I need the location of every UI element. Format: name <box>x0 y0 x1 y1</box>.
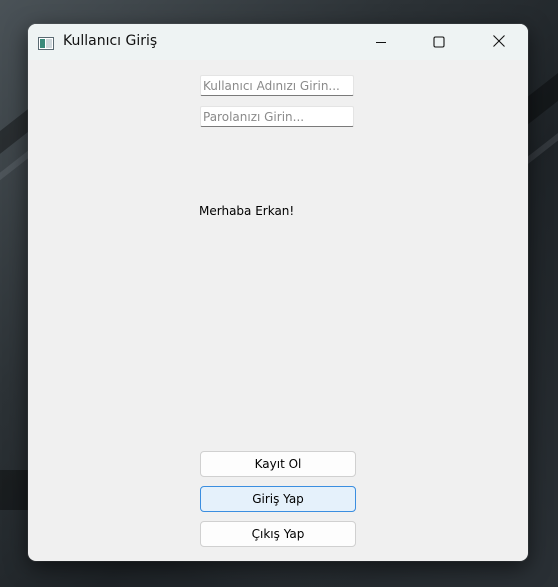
register-button[interactable]: Kayıt Ol <box>200 451 356 477</box>
desktop-background: Kullanıcı Giriş Kullanıcı Adınızı Girin.… <box>0 0 558 587</box>
window-app-icon <box>38 35 54 50</box>
minimize-button[interactable] <box>352 24 410 60</box>
title-bar[interactable]: Kullanıcı Giriş <box>28 24 528 60</box>
maximize-icon <box>433 33 445 52</box>
exit-button[interactable]: Çıkış Yap <box>200 521 356 547</box>
username-input[interactable] <box>200 75 354 96</box>
close-icon <box>492 33 506 52</box>
minimize-icon <box>375 33 387 52</box>
login-button[interactable]: Giriş Yap <box>200 486 356 512</box>
close-button[interactable] <box>470 24 528 60</box>
maximize-button[interactable] <box>410 24 468 60</box>
password-input[interactable] <box>200 106 354 127</box>
greeting-label: Merhaba Erkan! <box>199 204 295 218</box>
window-title: Kullanıcı Giriş <box>63 33 158 49</box>
login-window: Kullanıcı Giriş Kullanıcı Adınızı Girin.… <box>28 24 528 561</box>
